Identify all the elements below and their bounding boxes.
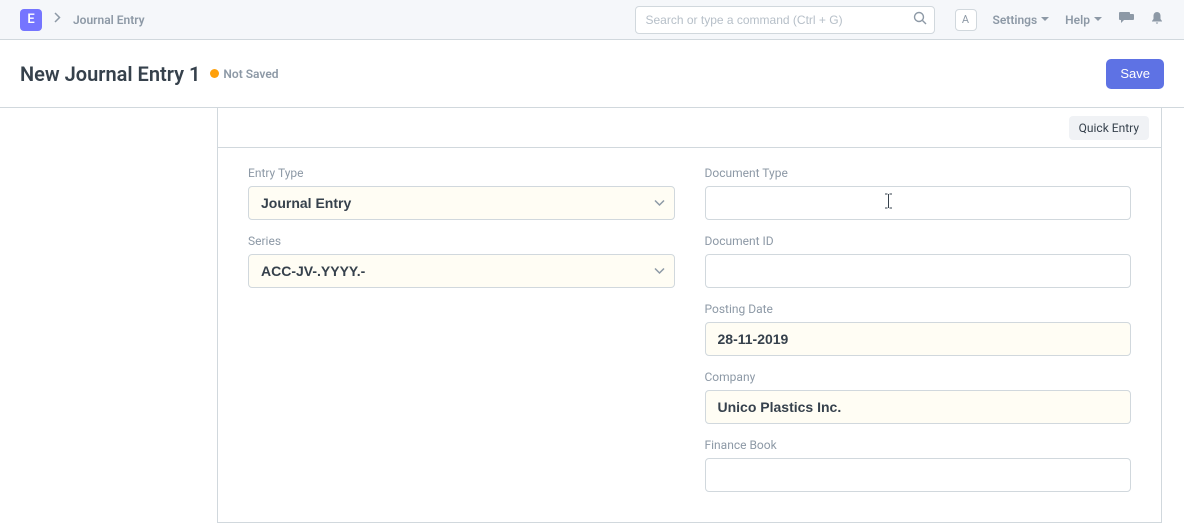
entry-type-input[interactable] <box>248 186 675 220</box>
field-posting-date: Posting Date <box>705 302 1132 356</box>
form-col-right: Document Type Document ID Posti <box>705 166 1132 492</box>
document-type-input[interactable] <box>705 186 1132 220</box>
finance-book-control[interactable] <box>705 458 1132 492</box>
chevron-right-icon <box>54 12 61 23</box>
posting-date-control[interactable] <box>705 322 1132 356</box>
settings-menu[interactable]: Settings <box>993 13 1050 27</box>
series-select[interactable] <box>248 254 675 288</box>
document-id-control[interactable] <box>705 254 1132 288</box>
form-col-left: Entry Type Series <box>248 166 675 492</box>
chat-icon[interactable] <box>1118 11 1134 29</box>
help-menu[interactable]: Help <box>1065 13 1102 27</box>
field-label: Company <box>705 370 1132 384</box>
field-label: Posting Date <box>705 302 1132 316</box>
document-id-input[interactable] <box>705 254 1132 288</box>
search-input[interactable] <box>635 6 935 34</box>
card-toolbar: Quick Entry <box>218 108 1161 148</box>
page-body: Quick Entry Entry Type Series <box>0 108 1184 523</box>
field-label: Series <box>248 234 675 248</box>
field-label: Finance Book <box>705 438 1132 452</box>
field-company: Company <box>705 370 1132 424</box>
finance-book-input[interactable] <box>705 458 1132 492</box>
user-avatar[interactable]: A <box>955 9 977 31</box>
field-series: Series <box>248 234 675 288</box>
entry-type-select[interactable] <box>248 186 675 220</box>
quick-entry-button[interactable]: Quick Entry <box>1069 116 1149 140</box>
breadcrumb-item[interactable]: Journal Entry <box>73 13 145 27</box>
field-label: Entry Type <box>248 166 675 180</box>
field-entry-type: Entry Type <box>248 166 675 220</box>
document-type-control[interactable] <box>705 186 1132 220</box>
posting-date-input[interactable] <box>705 322 1132 356</box>
search-icon <box>913 11 927 29</box>
status-text: Not Saved <box>223 67 278 81</box>
navbar-right: A Settings Help <box>955 9 1165 31</box>
status-indicator-dot <box>210 69 219 78</box>
caret-down-icon <box>1094 17 1102 22</box>
bell-icon[interactable] <box>1150 11 1164 29</box>
field-label: Document ID <box>705 234 1132 248</box>
page-header: New Journal Entry 1 Not Saved Save <box>0 40 1184 108</box>
app-logo[interactable]: E <box>20 9 42 31</box>
form-card: Quick Entry Entry Type Series <box>217 108 1162 523</box>
company-input[interactable] <box>705 390 1132 424</box>
navbar: E Journal Entry A Settings Help <box>0 0 1184 40</box>
global-search <box>635 6 935 34</box>
breadcrumb-separator <box>54 12 61 27</box>
settings-label: Settings <box>993 13 1038 27</box>
field-label: Document Type <box>705 166 1132 180</box>
form-grid: Entry Type Series <box>218 148 1161 522</box>
series-input[interactable] <box>248 254 675 288</box>
company-control[interactable] <box>705 390 1132 424</box>
page-title: New Journal Entry 1 <box>20 62 200 86</box>
caret-down-icon <box>1041 17 1049 22</box>
field-finance-book: Finance Book <box>705 438 1132 492</box>
save-button[interactable]: Save <box>1106 59 1164 89</box>
field-document-type: Document Type <box>705 166 1132 220</box>
help-label: Help <box>1065 13 1090 27</box>
field-document-id: Document ID <box>705 234 1132 288</box>
